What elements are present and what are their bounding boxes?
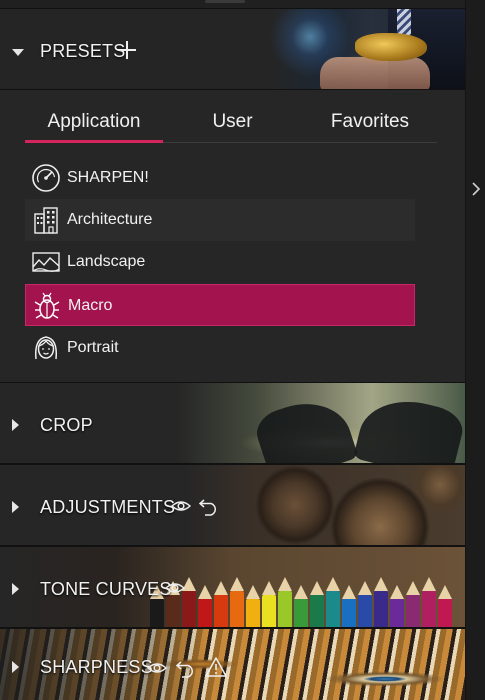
- expand-arrow-icon[interactable]: [12, 661, 19, 673]
- add-preset-icon[interactable]: [116, 39, 138, 61]
- scroll-handle[interactable]: [205, 0, 245, 3]
- gauge-icon: [32, 164, 60, 192]
- crop-header[interactable]: CROP: [0, 382, 465, 464]
- collapse-arrow-icon[interactable]: [12, 49, 24, 56]
- pencil-decoration: [390, 585, 404, 627]
- pencil-decoration: [246, 585, 260, 627]
- pencil-decoration: [278, 577, 292, 627]
- expand-arrow-icon[interactable]: [12, 583, 19, 595]
- pencil-decoration: [326, 577, 340, 627]
- undo-icon[interactable]: [175, 656, 197, 678]
- sharpness-title: SHARPNESS: [40, 657, 153, 677]
- eye-icon[interactable]: [170, 495, 192, 517]
- tab-application[interactable]: Application: [25, 104, 163, 143]
- chevron-right-icon[interactable]: [469, 180, 483, 198]
- pencil-decoration: [150, 585, 164, 627]
- building-icon: [34, 207, 58, 234]
- tab-favorites[interactable]: Favorites: [305, 104, 435, 142]
- pencil-decoration: [374, 577, 388, 627]
- preset-item-portrait[interactable]: Portrait: [25, 327, 415, 369]
- pencil-decoration: [406, 581, 420, 627]
- bug-icon: [34, 292, 60, 319]
- eye-icon[interactable]: [146, 657, 168, 679]
- landscape-icon: [32, 252, 60, 272]
- preset-label: Landscape: [67, 253, 146, 270]
- preset-item-sharpen[interactable]: SHARPEN!: [25, 157, 415, 199]
- top-strip: [0, 0, 465, 8]
- preset-item-architecture[interactable]: Architecture: [25, 199, 415, 241]
- collapsed-right-panel[interactable]: [465, 0, 485, 700]
- adjustments-header[interactable]: ADJUSTMENTS: [0, 464, 465, 546]
- preset-label: Architecture: [67, 211, 153, 228]
- side-panel: PRESETS Application User Favorites SHARP…: [0, 0, 465, 700]
- tone-curves-header[interactable]: TONE CURVES: [0, 546, 465, 628]
- tone-curves-title: TONE CURVES: [40, 579, 172, 599]
- pencil-decoration: [198, 585, 212, 627]
- sharpness-header[interactable]: SHARPNESS: [0, 628, 465, 700]
- preset-item-landscape[interactable]: Landscape: [25, 241, 415, 283]
- crop-title: CROP: [40, 415, 93, 435]
- undo-icon[interactable]: [198, 494, 220, 516]
- pencil-decoration: [422, 577, 436, 627]
- preset-label: Macro: [68, 297, 113, 314]
- pencil-decoration: [310, 581, 324, 627]
- pencil-decoration: [294, 585, 308, 627]
- presets-title: PRESETS: [40, 41, 126, 61]
- tab-user[interactable]: User: [185, 104, 280, 142]
- preset-label: SHARPEN!: [67, 169, 149, 186]
- expand-arrow-icon[interactable]: [12, 501, 19, 513]
- preset-tabs: Application User Favorites: [25, 104, 437, 143]
- expand-arrow-icon[interactable]: [12, 419, 19, 431]
- preset-label: Portrait: [67, 339, 119, 356]
- preset-item-macro[interactable]: Macro: [25, 284, 415, 326]
- pencil-decoration: [342, 585, 356, 627]
- pencil-decoration: [438, 585, 452, 627]
- pencil-decoration: [358, 581, 372, 627]
- pencil-decoration: [262, 581, 276, 627]
- pencil-decoration: [214, 581, 228, 627]
- eye-icon[interactable]: [164, 577, 186, 599]
- face-icon: [34, 336, 58, 360]
- presets-header[interactable]: PRESETS: [0, 8, 465, 90]
- warning-icon[interactable]: [205, 656, 227, 678]
- adjustments-title: ADJUSTMENTS: [40, 497, 176, 517]
- pencil-decoration: [230, 577, 244, 627]
